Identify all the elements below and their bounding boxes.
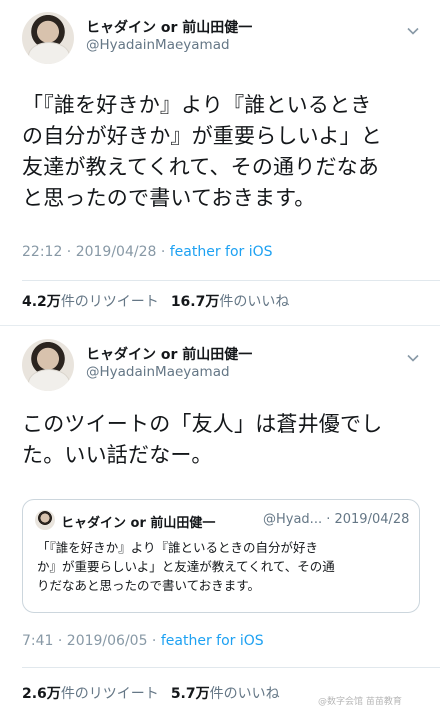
avatar[interactable] [22, 339, 74, 391]
source-link[interactable]: feather for iOS [161, 633, 264, 649]
retweets-count: 2.6万 [22, 686, 61, 702]
quoted-handle-date: @Hyad... · 2019/04/28 [263, 512, 410, 527]
avatar[interactable] [22, 12, 74, 64]
quoted-text-line: りだなあと思ったので書いておきます。 [37, 578, 261, 593]
likes-count: 5.7万 [170, 686, 210, 702]
tweet-text-line: た。いい話だなー。 [22, 443, 213, 467]
tweet-text-line: と思ったので書いておきます。 [22, 186, 316, 210]
divider [22, 280, 440, 281]
source-link[interactable]: feather for iOS [170, 244, 273, 260]
tweet-text-line: このツイートの「友人」は蒼井優でし [22, 412, 383, 436]
quoted-text-line: か』が重要らしいよ」と友達が教えてくれて、その通 [37, 559, 335, 574]
quoted-text-line: 「『誰を好きか』より『誰といるときの自分が好き [37, 540, 319, 555]
tweet-1: ヒャダイン or 前山田健一 @HyadainMaeyamad 「『誰を好きか』… [0, 0, 440, 312]
tweet-text: 「『誰を好きか』より『誰といるとき の自分が好きか』が重要らしいよ」と 友達が教… [22, 90, 422, 214]
retweets-label: 件のリツイート [60, 294, 159, 310]
retweets-label: 件のリツイート [60, 686, 159, 702]
retweets-stat[interactable]: 4.2万件のリツイート [22, 294, 159, 310]
quoted-text: 「『誰を好きか』より『誰といるときの自分が好き か』が重要らしいよ」と友達が教え… [37, 538, 409, 595]
tweet-timestamp: 22:12 · 2019/04/28 · feather for iOS [22, 244, 273, 260]
retweets-count: 4.2万 [22, 294, 61, 310]
avatar [35, 510, 55, 530]
likes-stat[interactable]: 16.7万件のいいね [171, 294, 290, 310]
chevron-down-icon[interactable] [406, 351, 420, 365]
chevron-down-icon[interactable] [406, 24, 420, 38]
likes-stat[interactable]: 5.7万件のいいね [171, 686, 280, 702]
tweet-text-line: 友達が教えてくれて、その通りだなあ [22, 155, 380, 179]
likes-label: 件のいいね [209, 686, 280, 702]
tweet-separator [0, 312, 440, 326]
quoted-tweet[interactable]: ヒャダイン or 前山田健一 @Hyad... · 2019/04/28 「『誰… [22, 499, 420, 613]
user-handle[interactable]: @HyadainMaeyamad [86, 364, 230, 380]
likes-count: 16.7万 [170, 294, 220, 310]
likes-label: 件のいいね [219, 294, 290, 310]
quoted-display-name: ヒャダイン or 前山田健一 [61, 516, 216, 531]
user-handle[interactable]: @HyadainMaeyamad [86, 37, 230, 53]
tweet-stats: 4.2万件のリツイート 16.7万件のいいね [22, 291, 289, 311]
divider [22, 667, 440, 668]
tweet-2: ヒャダイン or 前山田健一 @HyadainMaeyamad このツイートの「… [0, 327, 440, 714]
timestamp-text: 7:41 · 2019/06/05 · [22, 633, 161, 649]
watermark: @数字会馆 苗苗教育 [318, 697, 402, 707]
tweet-stats: 2.6万件のリツイート 5.7万件のいいね [22, 683, 280, 703]
tweet-timestamp: 7:41 · 2019/06/05 · feather for iOS [22, 633, 264, 649]
display-name[interactable]: ヒャダイン or 前山田健一 [86, 17, 252, 37]
tweet-text-line: 「『誰を好きか』より『誰といるとき [22, 93, 372, 117]
retweets-stat[interactable]: 2.6万件のリツイート [22, 686, 159, 702]
tweet-text-line: の自分が好きか』が重要らしいよ」と [22, 124, 382, 148]
tweet-text: このツイートの「友人」は蒼井優でし た。いい話だなー。 [22, 409, 422, 471]
timestamp-text: 22:12 · 2019/04/28 · [22, 244, 170, 260]
display-name[interactable]: ヒャダイン or 前山田健一 [86, 344, 252, 364]
